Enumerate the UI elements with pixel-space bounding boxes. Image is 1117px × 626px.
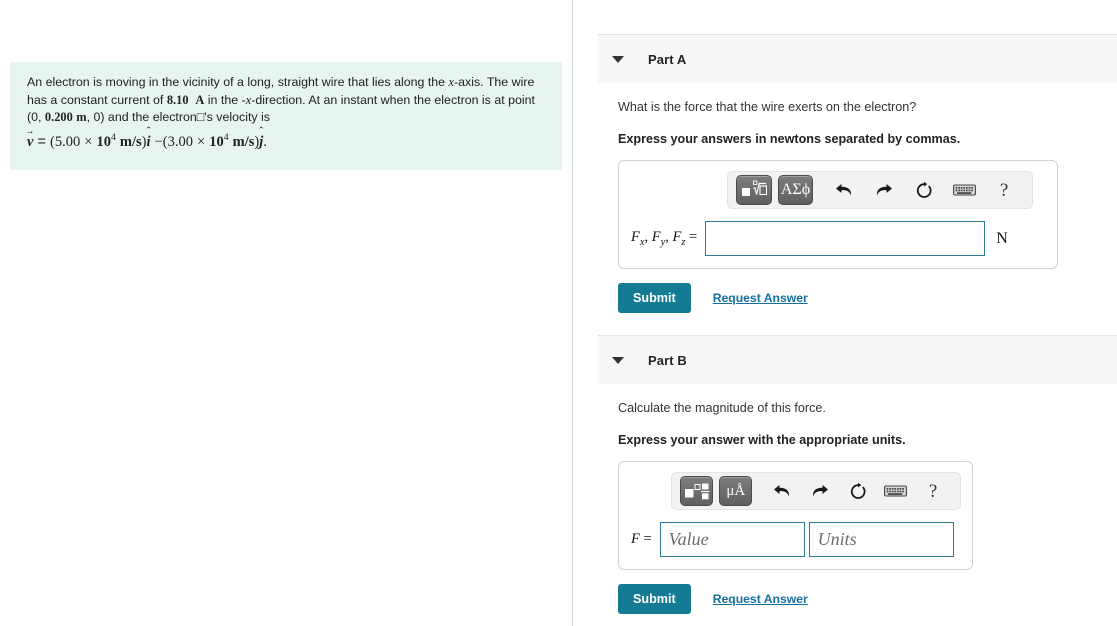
velocity-times-2: × bbox=[196, 133, 206, 150]
current-value: 8.10 bbox=[166, 92, 189, 107]
undo-icon[interactable] bbox=[768, 477, 796, 505]
help-label: ? bbox=[928, 480, 938, 502]
part-b-answer-card: μÅ ? F = Value Units bbox=[618, 461, 973, 570]
part-b-submit-button[interactable]: Submit bbox=[618, 584, 691, 614]
part-b-units-input[interactable] bbox=[808, 522, 954, 557]
fz-subscript: z bbox=[681, 236, 686, 248]
velocity-term2-coeff: 3.00 bbox=[167, 133, 193, 150]
part-a-answer-card: ΑΣϕ ? Fx, Fy, Fz = N bbox=[618, 160, 1058, 269]
problem-pane: An electron is moving in the vicinity of… bbox=[0, 0, 573, 626]
answer-pane: Part A What is the force that the wire e… bbox=[574, 0, 1117, 626]
keyboard-icon[interactable] bbox=[949, 176, 979, 204]
part-b-answer-row: F = bbox=[631, 522, 960, 557]
part-b-question: Calculate the magnitude of this force. bbox=[618, 401, 826, 415]
part-a-question: What is the force that the wire exerts o… bbox=[618, 100, 917, 114]
part-b-submit-row: Submit Request Answer bbox=[618, 584, 1088, 614]
undo-icon[interactable] bbox=[829, 176, 859, 204]
square-root-template-icon[interactable] bbox=[736, 175, 772, 205]
fx-symbol: F bbox=[631, 229, 640, 246]
part-a-request-answer-link[interactable]: Request Answer bbox=[713, 291, 808, 305]
part-b-body: Calculate the magnitude of this force. E… bbox=[618, 401, 1088, 614]
velocity-period: . bbox=[263, 133, 267, 150]
velocity-minus: − bbox=[154, 133, 163, 150]
units-symbols-button[interactable]: μÅ bbox=[719, 476, 753, 506]
redo-icon[interactable] bbox=[806, 477, 834, 505]
velocity-term1-exponent: 4 bbox=[110, 132, 116, 143]
part-a-body: What is the force that the wire exerts o… bbox=[618, 100, 1088, 313]
position-value: 0.200 bbox=[44, 110, 73, 125]
part-a-submit-button[interactable]: Submit bbox=[618, 283, 691, 313]
label-comma-1: , bbox=[644, 229, 649, 246]
redo-icon[interactable] bbox=[869, 176, 899, 204]
force-symbol: F bbox=[631, 531, 640, 547]
velocity-times-1: × bbox=[84, 133, 93, 150]
chevron-down-icon[interactable] bbox=[612, 356, 624, 364]
part-b-value-input[interactable] bbox=[659, 522, 805, 557]
problem-statement-text: An electron is moving in the vicinity of… bbox=[27, 74, 548, 154]
part-b-instruction: Express your answer with the appropriate… bbox=[618, 433, 906, 447]
part-b-answer-label: F = bbox=[631, 531, 660, 548]
greek-symbols-button[interactable]: ΑΣϕ bbox=[777, 175, 814, 205]
problem-statement-box: An electron is moving in the vicinity of… bbox=[10, 62, 562, 171]
problem-line-1e: , 0) and the electron□'s velocity is bbox=[86, 110, 270, 125]
part-b-title: Part B bbox=[648, 352, 687, 368]
part-a-submit-row: Submit Request Answer bbox=[618, 283, 1088, 313]
velocity-term2-unit-vector: j bbox=[259, 130, 263, 155]
chevron-down-icon[interactable] bbox=[612, 55, 624, 63]
force-equals: = bbox=[643, 531, 652, 547]
velocity-term1-unit-vector: i bbox=[146, 130, 150, 155]
reset-icon[interactable] bbox=[844, 477, 872, 505]
part-b-request-answer-link[interactable]: Request Answer bbox=[713, 592, 808, 606]
part-a-title: Part A bbox=[648, 51, 687, 67]
part-a-answer-row: Fx, Fy, Fz = N bbox=[631, 221, 1045, 256]
help-label: ? bbox=[999, 179, 1009, 201]
velocity-equals: = bbox=[37, 133, 46, 150]
part-a-unit-label: N bbox=[996, 229, 1008, 247]
part-a-answer-label: Fx, Fy, Fz = bbox=[631, 229, 705, 248]
velocity-term1-base: 10 bbox=[96, 133, 111, 150]
part-a-math-toolbar: ΑΣϕ ? bbox=[727, 171, 1033, 209]
part-b-math-toolbar: μÅ ? bbox=[671, 472, 961, 510]
velocity-term2-exponent: 4 bbox=[223, 132, 229, 143]
keyboard-icon[interactable] bbox=[882, 477, 910, 505]
part-b-header[interactable]: Part B bbox=[598, 335, 1117, 384]
help-icon[interactable]: ? bbox=[989, 176, 1019, 204]
page-root: An electron is moving in the vicinity of… bbox=[0, 0, 1117, 626]
problem-line-1c: in the - bbox=[204, 92, 246, 107]
part-a-instruction: Express your answers in newtons separate… bbox=[618, 132, 961, 146]
velocity-term1-unit: m/s bbox=[119, 133, 142, 150]
part-a-answer-input[interactable] bbox=[705, 221, 986, 256]
label-equals: = bbox=[689, 229, 698, 246]
fy-symbol: F bbox=[651, 229, 661, 246]
velocity-equation: v = (5.00 × 104 m/s)i −(3.00 × 104 m/s)j… bbox=[27, 130, 548, 155]
help-icon[interactable]: ? bbox=[919, 477, 947, 505]
velocity-vector-symbol: v bbox=[27, 130, 33, 155]
velocity-term2-base: 10 bbox=[209, 133, 224, 150]
fraction-template-icon[interactable] bbox=[680, 476, 714, 506]
velocity-term2-unit: m/s bbox=[232, 133, 255, 150]
reset-icon[interactable] bbox=[909, 176, 939, 204]
position-unit: m bbox=[76, 110, 87, 125]
velocity-term1-coeff: 5.00 bbox=[54, 133, 81, 150]
label-comma-2: , bbox=[665, 229, 669, 246]
part-a-header[interactable]: Part A bbox=[598, 34, 1117, 83]
problem-line-1: An electron is moving in the vicinity of… bbox=[27, 75, 449, 89]
